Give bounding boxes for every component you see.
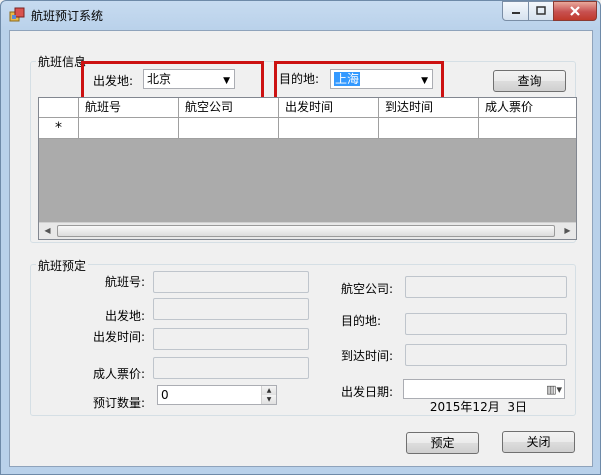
query-button[interactable]: 查询 <box>493 70 566 92</box>
booking-group-label: 航班预定 <box>36 257 89 274</box>
search-to-select[interactable]: 上海 ▼ <box>330 69 433 89</box>
adult-price-field <box>153 357 309 379</box>
new-row-marker: * <box>39 118 79 139</box>
search-from-select[interactable]: 北京 ▼ <box>143 69 235 89</box>
arrive-time-label: 到达时间: <box>341 349 394 363</box>
destination-field <box>405 313 567 335</box>
app-window-icon <box>9 7 25 22</box>
depart-date-label: 出发日期: <box>341 385 394 399</box>
chevron-down-icon: ▼ <box>223 76 230 86</box>
window-client-area: 航班信息 出发地: 北京 ▼ 目的地: 上海 ▼ 查询 航班号 航空公司 出发时… <box>9 30 593 467</box>
depart-date-picker[interactable]: 2015年12月 3日 ▥▾ <box>403 379 565 414</box>
close-icon <box>570 6 580 16</box>
quantity-label: 预订数量: <box>93 396 146 410</box>
minimize-icon <box>511 12 520 14</box>
quantity-updown: ▲ ▼ <box>261 386 276 404</box>
depart-place-label: 出发地: <box>105 309 146 323</box>
book-button[interactable]: 预定 <box>406 432 479 454</box>
window-title: 航班预订系统 <box>31 9 104 23</box>
new-row-cell-depart-time[interactable] <box>279 118 379 139</box>
destination-label: 目的地: <box>341 314 382 328</box>
column-header-airline[interactable]: 航空公司 <box>179 98 279 118</box>
new-row-cell-flight-no[interactable] <box>79 118 179 139</box>
flight-no-field <box>153 271 309 293</box>
search-to-value: 上海 <box>334 72 361 86</box>
depart-time-field <box>153 328 309 350</box>
column-header-depart-time[interactable]: 出发时间 <box>279 98 379 118</box>
scroll-right-icon[interactable]: ▶ <box>559 223 576 239</box>
new-row-cell-arrive-time[interactable] <box>379 118 479 139</box>
scroll-left-icon[interactable]: ◀ <box>39 223 56 239</box>
new-row-cell-airline[interactable] <box>179 118 279 139</box>
minimize-button[interactable] <box>502 1 529 21</box>
grid-horizontal-scrollbar[interactable]: ◀ ▶ <box>39 222 576 239</box>
quantity-value: 0 <box>161 388 169 402</box>
main-window: 航班预订系统 航班信息 出发地: 北京 ▼ 目的地: 上海 ▼ 查询 航班号 航… <box>0 0 601 475</box>
flight-no-label: 航班号: <box>105 275 146 289</box>
close-window-button[interactable] <box>553 1 597 21</box>
title-bar[interactable]: 航班预订系统 <box>1 1 600 29</box>
column-header-adult-price[interactable]: 成人票价 <box>479 98 576 118</box>
depart-place-field <box>153 298 309 320</box>
flights-grid[interactable]: 航班号 航空公司 出发时间 到达时间 成人票价 * ◀ ▶ <box>38 97 577 240</box>
grid-header-row: 航班号 航空公司 出发时间 到达时间 成人票价 <box>39 98 576 118</box>
chevron-down-icon: ▼ <box>421 76 428 86</box>
maximize-button[interactable] <box>528 1 554 21</box>
depart-date-value: 2015年12月 3日 <box>429 400 527 414</box>
close-button[interactable]: 关闭 <box>502 431 575 453</box>
depart-time-label: 出发时间: <box>93 330 146 344</box>
column-header-arrive-time[interactable]: 到达时间 <box>379 98 479 118</box>
maximize-icon <box>536 6 546 15</box>
quantity-stepper[interactable]: 0 ▲ ▼ <box>157 385 277 405</box>
arrive-time-field <box>405 344 567 366</box>
grid-new-row[interactable]: * <box>39 118 576 139</box>
calendar-icon[interactable]: ▥▾ <box>546 381 562 399</box>
adult-price-label: 成人票价: <box>93 367 146 381</box>
airline-field <box>405 276 567 298</box>
search-from-label: 出发地: <box>93 74 134 88</box>
column-header-flight-no[interactable]: 航班号 <box>79 98 179 118</box>
search-from-value: 北京 <box>147 72 172 86</box>
grid-corner-cell[interactable] <box>39 98 79 118</box>
airline-label: 航空公司: <box>341 282 394 296</box>
scrollbar-thumb[interactable] <box>57 225 555 237</box>
search-to-label: 目的地: <box>279 72 320 86</box>
spin-down-icon[interactable]: ▼ <box>262 395 276 404</box>
spin-up-icon[interactable]: ▲ <box>262 386 276 395</box>
new-row-cell-adult-price[interactable] <box>479 118 576 139</box>
